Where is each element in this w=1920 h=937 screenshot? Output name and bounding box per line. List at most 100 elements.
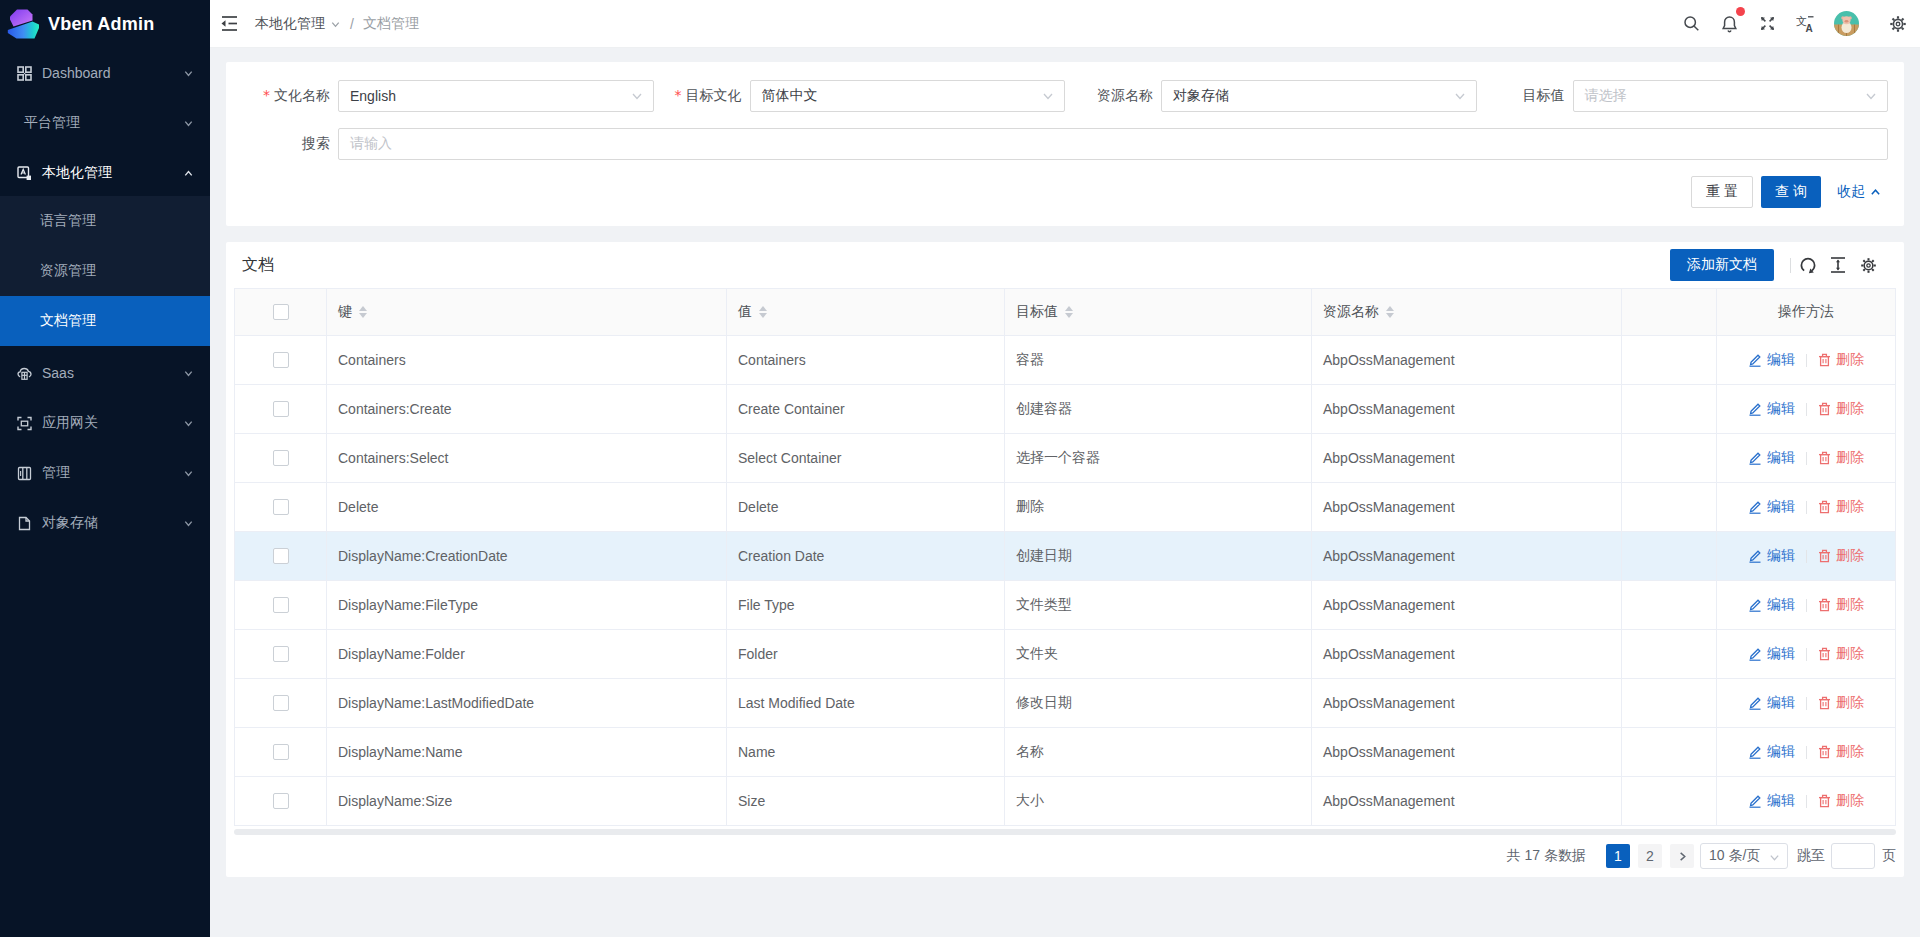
logo[interactable]: Vben Admin	[0, 0, 210, 48]
row-checkbox[interactable]	[273, 548, 289, 564]
next-page-button[interactable]	[1670, 844, 1694, 868]
cell-resource-name: AbpOssManagement	[1312, 581, 1622, 629]
localization-icon	[17, 166, 32, 181]
edit-button[interactable]: 编辑	[1748, 498, 1795, 516]
translate-button[interactable]: 文 A	[1786, 0, 1824, 48]
collapse-link[interactable]: 收起	[1837, 183, 1881, 201]
delete-button[interactable]: 删除	[1818, 547, 1864, 565]
column-header-resource-name[interactable]: 资源名称	[1312, 289, 1622, 335]
delete-button[interactable]: 删除	[1818, 596, 1864, 614]
resource-name-select[interactable]: 对象存储	[1161, 80, 1477, 112]
sort-icon[interactable]	[1386, 306, 1394, 318]
delete-button[interactable]: 删除	[1818, 449, 1864, 467]
delete-button[interactable]: 删除	[1818, 792, 1864, 810]
row-checkbox[interactable]	[273, 499, 289, 515]
edit-button[interactable]: 编辑	[1748, 645, 1795, 663]
row-checkbox[interactable]	[273, 450, 289, 466]
user-avatar[interactable]	[1824, 0, 1868, 48]
redo-button[interactable]	[1793, 250, 1823, 280]
delete-button[interactable]: 删除	[1818, 743, 1864, 761]
column-header-actions: 操作方法	[1717, 289, 1895, 335]
row-checkbox[interactable]	[273, 352, 289, 368]
action-divider	[1806, 746, 1807, 759]
documents-table: 键 值 目标值 资源名称	[234, 288, 1896, 826]
delete-button[interactable]: 删除	[1818, 694, 1864, 712]
sort-icon[interactable]	[759, 306, 767, 318]
sidebar-item-platform[interactable]: 平台管理	[0, 100, 210, 146]
sidebar-item-localization[interactable]: 本地化管理	[0, 150, 210, 196]
topbar: 本地化管理 / 文档管理	[210, 0, 1920, 48]
reset-button[interactable]: 重 置	[1691, 176, 1753, 208]
culture-name-select[interactable]: English	[338, 80, 654, 112]
jump-to-label: 跳至	[1797, 847, 1825, 865]
edit-button[interactable]: 编辑	[1748, 743, 1795, 761]
delete-button[interactable]: 删除	[1818, 351, 1864, 369]
page-button-2[interactable]: 2	[1638, 844, 1662, 868]
chevron-down-icon	[183, 68, 194, 79]
delete-button[interactable]: 删除	[1818, 400, 1864, 418]
column-setting-button[interactable]	[1853, 250, 1883, 280]
breadcrumb-item-localization[interactable]: 本地化管理	[255, 15, 341, 33]
edit-button[interactable]: 编辑	[1748, 400, 1795, 418]
row-height-button[interactable]	[1823, 250, 1853, 280]
row-checkbox[interactable]	[273, 401, 289, 417]
column-header-target-value[interactable]: 目标值	[1005, 289, 1312, 335]
svg-text:A: A	[1805, 23, 1812, 33]
search-input[interactable]: 请输入	[338, 128, 1888, 160]
edit-icon	[1748, 745, 1762, 759]
target-culture-select[interactable]: 简体中文	[750, 80, 1066, 112]
delete-label: 删除	[1836, 645, 1864, 663]
cell-actions: 编辑 删除	[1717, 532, 1895, 580]
column-header-value[interactable]: 值	[727, 289, 1005, 335]
edit-button[interactable]: 编辑	[1748, 792, 1795, 810]
fullscreen-button[interactable]	[1748, 0, 1786, 48]
edit-button[interactable]: 编辑	[1748, 694, 1795, 712]
row-checkbox[interactable]	[273, 744, 289, 760]
vben-logo-icon	[7, 9, 40, 39]
page-size-select[interactable]: 10 条/页	[1700, 843, 1788, 869]
sidebar-item-resource-management[interactable]: 资源管理	[0, 246, 210, 296]
sort-icon[interactable]	[1065, 306, 1073, 318]
saas-icon	[17, 366, 32, 381]
translate-icon: 文 A	[1796, 15, 1815, 33]
sidebar-item-gateway[interactable]: 应用网关	[0, 400, 210, 446]
edit-button[interactable]: 编辑	[1748, 351, 1795, 369]
edit-button[interactable]: 编辑	[1748, 547, 1795, 565]
target-value-select[interactable]: 请选择	[1573, 80, 1889, 112]
notification-button[interactable]	[1710, 0, 1748, 48]
cell-actions: 编辑 删除	[1717, 336, 1895, 384]
cell-key: Containers:Select	[327, 434, 727, 482]
delete-button[interactable]: 删除	[1818, 498, 1864, 516]
query-button[interactable]: 查 询	[1761, 176, 1821, 208]
delete-icon	[1818, 745, 1831, 759]
sidebar-item-dashboard[interactable]: Dashboard	[0, 50, 210, 96]
jump-to-input[interactable]	[1831, 843, 1875, 869]
cell-key: DisplayName:CreationDate	[327, 532, 727, 580]
row-checkbox[interactable]	[273, 646, 289, 662]
edit-label: 编辑	[1767, 449, 1795, 467]
sort-icon[interactable]	[359, 306, 367, 318]
column-header-key[interactable]: 键	[327, 289, 727, 335]
menu-fold-icon[interactable]	[210, 0, 248, 48]
settings-button[interactable]	[1876, 0, 1920, 48]
edit-button[interactable]: 编辑	[1748, 449, 1795, 467]
edit-button[interactable]: 编辑	[1748, 596, 1795, 614]
select-all-checkbox[interactable]	[273, 304, 289, 320]
row-checkbox[interactable]	[273, 695, 289, 711]
row-checkbox[interactable]	[273, 597, 289, 613]
sidebar-item-document-management[interactable]: 文档管理	[0, 296, 210, 346]
delete-icon	[1818, 696, 1831, 710]
sidebar-item-language-management[interactable]: 语言管理	[0, 196, 210, 246]
row-checkbox[interactable]	[273, 793, 289, 809]
delete-button[interactable]: 删除	[1818, 645, 1864, 663]
add-document-button[interactable]: 添加新文档	[1670, 249, 1774, 281]
page-button-1[interactable]: 1	[1606, 844, 1630, 868]
cell-value: Create Container	[727, 385, 1005, 433]
sidebar-item-saas[interactable]: Saas	[0, 350, 210, 396]
cell-empty	[1622, 336, 1717, 384]
edit-label: 编辑	[1767, 498, 1795, 516]
sidebar-item-management[interactable]: 管理	[0, 450, 210, 496]
sidebar-item-object-storage[interactable]: 对象存储	[0, 500, 210, 546]
search-button[interactable]	[1672, 0, 1710, 48]
delete-label: 删除	[1836, 743, 1864, 761]
